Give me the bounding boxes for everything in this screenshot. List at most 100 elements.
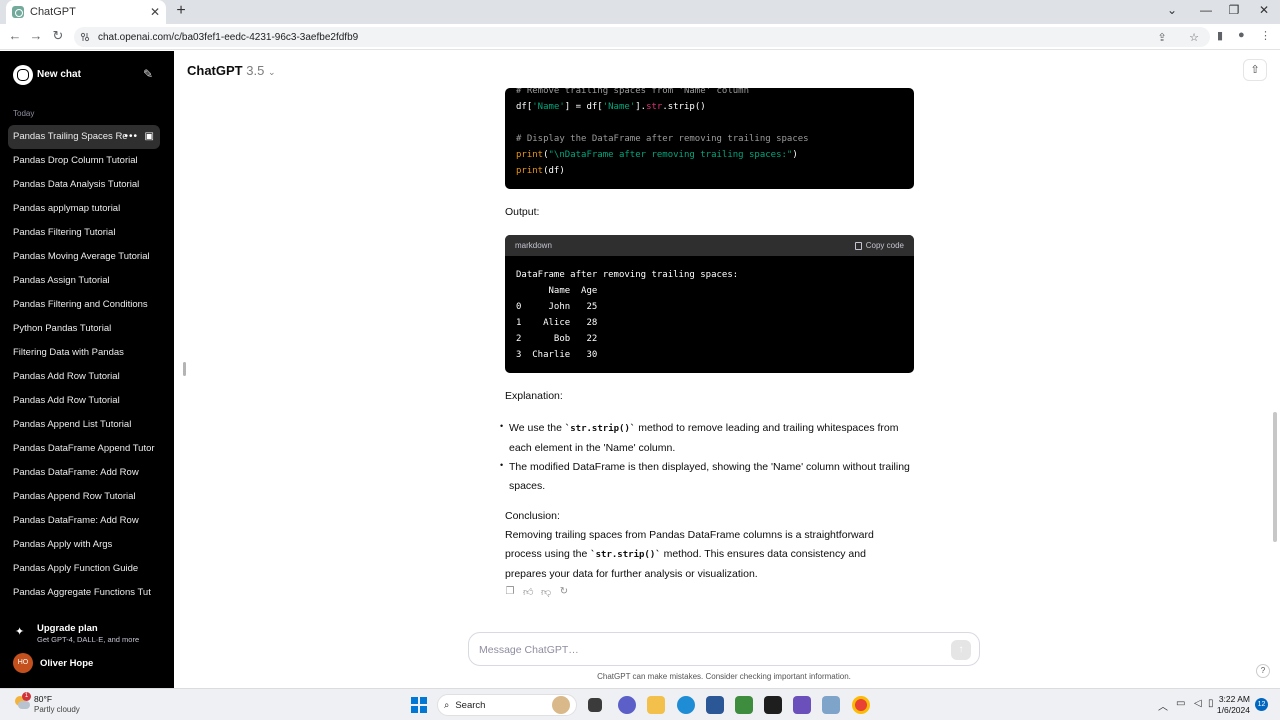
history-item[interactable]: Pandas Add Row Tutorial <box>8 365 160 389</box>
site-info-icon[interactable] <box>80 32 90 42</box>
model-selector[interactable]: ChatGPT 3.5 ⌄ <box>187 63 276 78</box>
photos-app-icon[interactable] <box>822 696 840 714</box>
history-item-active[interactable]: Pandas Trailing Spaces Re ••• ▣ <box>8 125 160 149</box>
chrome-browser-icon[interactable] <box>852 696 870 714</box>
help-button[interactable]: ? <box>1256 664 1270 678</box>
thumbs-up-icon[interactable]: 👍︎ <box>523 586 533 598</box>
spreadsheet-app-icon[interactable] <box>735 696 753 714</box>
side-panel-icon[interactable]: ▮ <box>1217 29 1223 42</box>
history-item[interactable]: Pandas Data Analysis Tutorial <box>8 173 160 197</box>
history-item[interactable]: Pandas Drop Column Tutorial <box>8 149 160 173</box>
code-language: markdown <box>515 241 552 250</box>
network-icon[interactable]: ▭ <box>1176 698 1185 709</box>
history-item[interactable]: Pandas Filtering and Conditions <box>8 293 160 317</box>
close-tab-icon[interactable]: ✕ <box>150 5 160 19</box>
file-explorer-icon[interactable] <box>647 696 665 714</box>
history-item[interactable]: Pandas Append List Tutorial <box>8 413 160 437</box>
code-block-output: markdown Copy code DataFrame after remov… <box>505 235 914 373</box>
history-item-label: Pandas Trailing Spaces Re <box>13 131 128 142</box>
notification-badge[interactable]: 12 <box>1255 698 1268 711</box>
model-version: 3.5 <box>246 63 265 78</box>
url-text: chat.openai.com/c/ba03fef1-eedc-4231-96c… <box>98 31 359 43</box>
openai-logo-icon[interactable] <box>13 65 33 85</box>
upgrade-subtitle: Get GPT-4, DALL·E, and more <box>37 635 140 644</box>
output-content: DataFrame after removing trailing spaces… <box>516 270 739 360</box>
history-item[interactable]: Pandas Append Row Tutorial <box>8 485 160 509</box>
new-chat-button[interactable]: New chat <box>37 69 81 80</box>
model-name: ChatGPT <box>187 63 243 78</box>
user-name: Oliver Hope <box>40 658 94 669</box>
tray-chevron-icon[interactable]: ︿ <box>1158 698 1168 713</box>
history-item[interactable]: Pandas DataFrame: Add Row <box>8 461 160 485</box>
avatar: HO <box>13 653 33 673</box>
edge-browser-icon[interactable] <box>677 696 695 714</box>
disclaimer: ChatGPT can make mistakes. Consider chec… <box>597 672 851 681</box>
more-options-icon[interactable]: ••• <box>124 125 138 149</box>
search-icon: ⌕ <box>444 699 450 711</box>
profile-icon[interactable]: ● <box>1238 29 1245 41</box>
message-actions: ❐ 👍︎ 👎︎ ↻ <box>505 586 569 598</box>
copy-code-label: Copy code <box>865 241 904 250</box>
history-item[interactable]: Pandas Apply Function Guide <box>8 557 160 581</box>
bing-widget-icon[interactable] <box>552 696 570 714</box>
section-today-label: Today <box>13 109 35 118</box>
terminal-icon[interactable] <box>764 696 782 714</box>
store-icon[interactable] <box>706 696 724 714</box>
tab-search-icon[interactable]: ⌄ <box>1162 3 1182 17</box>
browser-tab[interactable]: ChatGPT ✕ <box>6 0 166 24</box>
browser-tabbar: ChatGPT ✕ + ⌄ — ❐ ✕ <box>0 0 1280 24</box>
volume-icon[interactable]: ◁ <box>1194 698 1202 709</box>
history-item[interactable]: Pandas DataFrame Append Tutor <box>8 437 160 461</box>
history-item[interactable]: Pandas Add Row Tutorial <box>8 389 160 413</box>
sparkle-icon: ✦ <box>15 626 25 638</box>
bookmark-star-icon[interactable]: ☆ <box>1188 31 1200 44</box>
copy-code-button[interactable]: Copy code <box>854 241 904 250</box>
system-clock[interactable]: 3:22 AM 1/6/2024 <box>1212 694 1250 716</box>
share-button[interactable]: ⇧ <box>1243 59 1267 81</box>
history-item[interactable]: Pandas applymap tutorial <box>8 197 160 221</box>
restore-button[interactable]: ❐ <box>1224 3 1244 17</box>
message-input[interactable] <box>479 641 939 659</box>
browser-menu-icon[interactable]: ⋮ <box>1260 29 1271 42</box>
history-item[interactable]: Pandas Aggregate Functions Tut <box>8 581 160 605</box>
history-item[interactable]: Pandas Apply with Args <box>8 533 160 557</box>
chatgpt-favicon-icon <box>12 6 24 18</box>
send-button[interactable]: ↑ <box>951 640 971 660</box>
weather-badge: 1 <box>22 692 31 701</box>
back-arrow-icon[interactable]: ← <box>6 28 24 43</box>
history-item[interactable]: Pandas DataFrame: Add Row <box>8 509 160 533</box>
minimize-button[interactable]: — <box>1196 3 1216 17</box>
code-content: # Remove trailing spaces from 'Name' col… <box>516 88 809 176</box>
scrollbar[interactable] <box>1273 412 1277 542</box>
regenerate-icon[interactable]: ↻ <box>559 586 569 598</box>
history-item[interactable]: Filtering Data with Pandas <box>8 341 160 365</box>
archive-icon[interactable]: ▣ <box>145 125 154 149</box>
taskbar-search-label: Search <box>455 699 486 711</box>
share-page-icon[interactable]: ⇪ <box>1156 31 1168 44</box>
thumbs-down-icon[interactable]: 👎︎ <box>541 586 551 598</box>
edit-icon[interactable]: ✎ <box>143 67 153 81</box>
sidebar-collapse-handle[interactable] <box>183 362 186 376</box>
history-item[interactable]: Python Pandas Tutorial <box>8 317 160 341</box>
windows-start-icon[interactable] <box>411 697 427 713</box>
history-item[interactable]: Pandas Assign Tutorial <box>8 269 160 293</box>
url-field[interactable]: chat.openai.com/c/ba03fef1-eedc-4231-96c… <box>74 27 1210 47</box>
explanation-label: Explanation: <box>505 390 563 402</box>
reload-icon[interactable]: ↻ <box>49 28 67 44</box>
code-block-python: # Remove trailing spaces from 'Name' col… <box>505 88 914 189</box>
list-item: We use the `str.strip()` method to remov… <box>500 417 910 458</box>
sidebar: New chat ✎ Today Pandas Trailing Spaces … <box>0 51 174 688</box>
vpn-app-icon[interactable] <box>793 696 811 714</box>
history-item[interactable]: Pandas Filtering Tutorial <box>8 221 160 245</box>
conclusion-label: Conclusion: <box>505 510 560 522</box>
list-item: The modified DataFrame is then displayed… <box>500 456 910 496</box>
clock-time: 3:22 AM <box>1218 694 1250 704</box>
history-item[interactable]: Pandas Moving Average Tutorial <box>8 245 160 269</box>
task-view-icon[interactable] <box>588 698 602 712</box>
close-window-button[interactable]: ✕ <box>1254 3 1274 17</box>
teams-chat-icon[interactable] <box>618 696 636 714</box>
forward-arrow-icon[interactable]: → <box>27 28 45 43</box>
copy-icon[interactable]: ❐ <box>505 586 515 598</box>
new-tab-button[interactable]: + <box>172 2 190 20</box>
tab-title: ChatGPT <box>30 6 76 18</box>
